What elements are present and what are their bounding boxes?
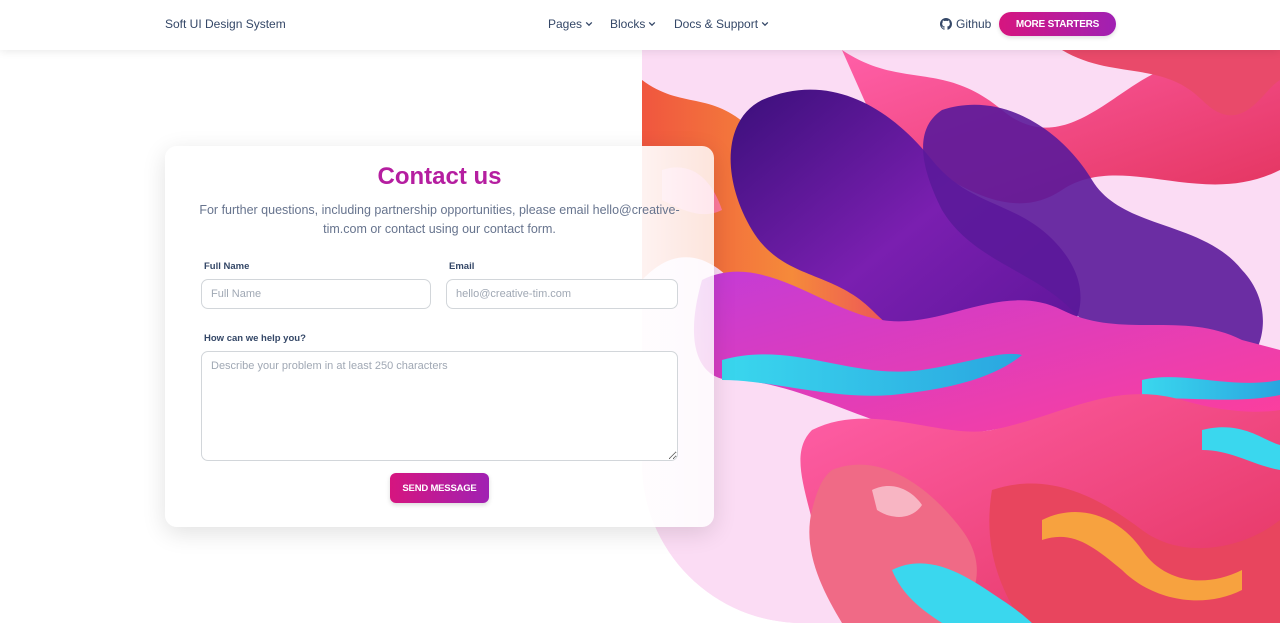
chevron-down-icon: [585, 21, 593, 27]
full-name-input[interactable]: [201, 279, 431, 309]
github-icon: [940, 18, 952, 30]
github-link[interactable]: Github: [940, 17, 991, 31]
navbar: Soft UI Design System Pages Blocks Docs …: [0, 0, 1280, 50]
brand-link[interactable]: Soft UI Design System: [165, 17, 286, 31]
message-textarea[interactable]: [201, 351, 678, 461]
chevron-down-icon: [761, 21, 769, 27]
abstract-swirl-illustration: [642, 50, 1280, 623]
nav-item-label: Blocks: [610, 17, 646, 31]
contact-card: Contact us For further questions, includ…: [165, 146, 714, 527]
nav-item-label: Pages: [548, 17, 583, 31]
full-name-label: Full Name: [204, 261, 250, 272]
chevron-down-icon: [649, 21, 656, 27]
abstract-art-image: [642, 50, 1280, 623]
more-starters-button[interactable]: MORE STARTERS: [999, 12, 1116, 36]
nav-item-label: Docs & Support: [674, 17, 759, 31]
nav-item-blocks[interactable]: Blocks: [610, 17, 656, 31]
contact-subtitle: For further questions, including partner…: [199, 203, 680, 236]
email-label: Email: [449, 261, 475, 272]
nav-item-docs-support[interactable]: Docs & Support: [674, 17, 769, 31]
email-input[interactable]: [446, 279, 678, 309]
github-label: Github: [956, 17, 992, 31]
nav-item-pages[interactable]: Pages: [548, 17, 593, 31]
send-message-button[interactable]: SEND MESSAGE: [390, 473, 489, 503]
contact-title: Contact us: [377, 163, 502, 190]
message-label: How can we help you?: [204, 333, 306, 344]
